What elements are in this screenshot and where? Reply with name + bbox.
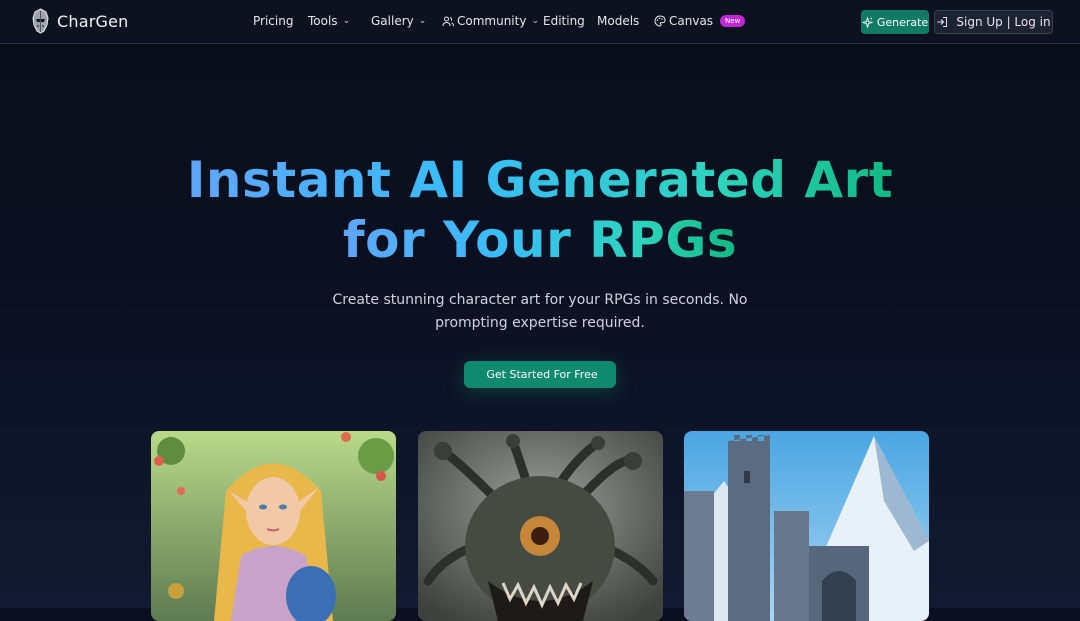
- sparkles-icon: [862, 16, 873, 28]
- nav-canvas[interactable]: Canvas New: [654, 14, 746, 28]
- generate-button-label: Generate: [876, 15, 929, 29]
- get-started-label: Get Started For Free: [486, 368, 598, 381]
- users-icon: [442, 16, 454, 26]
- nav-canvas-label: Canvas: [669, 14, 714, 28]
- nav-community-label: Community: [457, 14, 527, 28]
- nav-pricing[interactable]: Pricing: [253, 14, 293, 28]
- chevron-down-icon: ⌄: [342, 16, 351, 26]
- mountain-castle-image[interactable]: [684, 431, 929, 621]
- palette-icon: [654, 15, 666, 27]
- nav-tools-label: Tools: [308, 14, 338, 28]
- nav-editing-label: Editing: [543, 14, 585, 28]
- login-icon: [937, 17, 948, 27]
- beholder-monster-art: [418, 431, 663, 621]
- top-navbar: CharGen Pricing Tools ⌄ Gallery ⌄ Commun…: [0, 0, 1080, 44]
- nav-models-label: Models: [597, 14, 640, 28]
- signup-login-button[interactable]: Sign Up | Log in: [934, 10, 1053, 34]
- brand-logo[interactable]: CharGen: [30, 8, 128, 34]
- chevron-down-icon: ⌄: [531, 16, 539, 26]
- beholder-monster-image[interactable]: [418, 431, 663, 621]
- hero-title: Instant AI Generated Art for Your RPGs: [0, 150, 1080, 270]
- nav-gallery[interactable]: Gallery ⌄: [371, 14, 426, 28]
- generate-button[interactable]: Generate: [861, 10, 929, 34]
- nav-community[interactable]: Community ⌄: [442, 14, 539, 28]
- elf-warrior-image[interactable]: [151, 431, 396, 621]
- new-badge: New: [720, 15, 746, 27]
- signup-login-label: Sign Up | Log in: [956, 15, 1051, 29]
- nav-tools[interactable]: Tools ⌄: [308, 14, 350, 28]
- hero-subtitle: Create stunning character art for your R…: [332, 292, 748, 331]
- get-started-button[interactable]: Get Started For Free: [464, 361, 616, 388]
- mountain-castle-art: [684, 431, 929, 621]
- elf-warrior-art: [151, 431, 396, 621]
- nav-gallery-label: Gallery: [371, 14, 414, 28]
- knight-helmet-icon: [32, 8, 49, 34]
- nav-models[interactable]: Models: [597, 14, 639, 28]
- hero-title-line2: for Your RPGs: [342, 211, 738, 269]
- nav-pricing-label: Pricing: [253, 14, 294, 28]
- hero-title-line1: Instant AI Generated Art: [186, 151, 894, 209]
- chevron-down-icon: ⌄: [418, 16, 427, 26]
- brand-name: CharGen: [57, 11, 129, 31]
- nav-editing[interactable]: Editing: [543, 14, 585, 28]
